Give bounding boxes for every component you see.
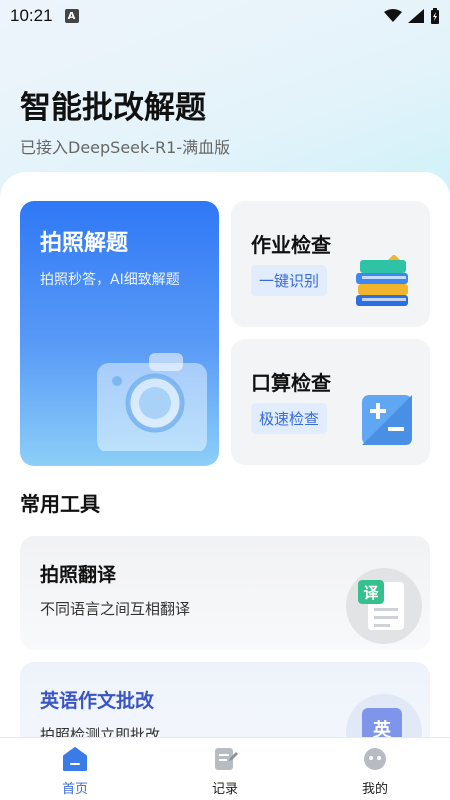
- battery-icon: [431, 8, 439, 24]
- photo-solve-card[interactable]: 拍照解题 拍照秒答，AI细致解题: [20, 201, 219, 466]
- photo-translate-card[interactable]: 拍照翻译 不同语言之间互相翻译 译: [20, 536, 430, 650]
- translate-badge-text: 译: [363, 584, 379, 602]
- plus-minus-icon: [362, 395, 412, 445]
- books-icon: [356, 255, 408, 306]
- page-title: 智能批改解题: [20, 90, 206, 126]
- status-bar: 10:21 A: [0, 0, 450, 32]
- tab-home-label: 首页: [61, 782, 88, 797]
- notification-badge: A: [64, 9, 79, 23]
- camera-icon: [97, 353, 207, 451]
- english-essay-title: 英语作文批改: [40, 690, 155, 712]
- photo-solve-title: 拍照解题: [40, 231, 129, 256]
- mental-math-check-card[interactable]: 口算检查 极速检查: [231, 339, 430, 465]
- signal-icon: [408, 9, 424, 23]
- translate-document-icon: 译: [346, 568, 422, 644]
- wifi-icon: [384, 9, 402, 22]
- photo-solve-subtitle: 拍照秒答，AI细致解题: [40, 272, 180, 288]
- tab-records-label: 记录: [211, 782, 238, 797]
- tab-records[interactable]: 记录: [150, 738, 300, 800]
- tab-home[interactable]: 首页: [0, 738, 150, 800]
- home-icon: [63, 747, 87, 771]
- homework-check-tag: 一键识别: [251, 265, 328, 296]
- photo-translate-subtitle: 不同语言之间互相翻译: [40, 600, 191, 618]
- mental-math-check-title: 口算检查: [251, 371, 331, 395]
- homework-check-title: 作业检查: [251, 233, 331, 257]
- status-icons: [384, 8, 440, 24]
- page-subtitle: 已接入DeepSeek-R1-满血版: [20, 138, 231, 157]
- homework-check-card[interactable]: 作业检查 一键识别: [231, 201, 430, 327]
- photo-translate-title: 拍照翻译: [40, 564, 117, 586]
- tab-profile[interactable]: 我的: [300, 738, 450, 800]
- record-icon: [215, 748, 238, 770]
- tab-profile-label: 我的: [361, 782, 388, 797]
- bottom-tab-bar: 首页 记录 我的: [0, 737, 450, 800]
- tools-section-title: 常用工具: [20, 492, 100, 516]
- status-time: 10:21: [10, 6, 53, 25]
- mental-math-check-tag: 极速检查: [251, 403, 328, 434]
- profile-icon: [364, 748, 386, 770]
